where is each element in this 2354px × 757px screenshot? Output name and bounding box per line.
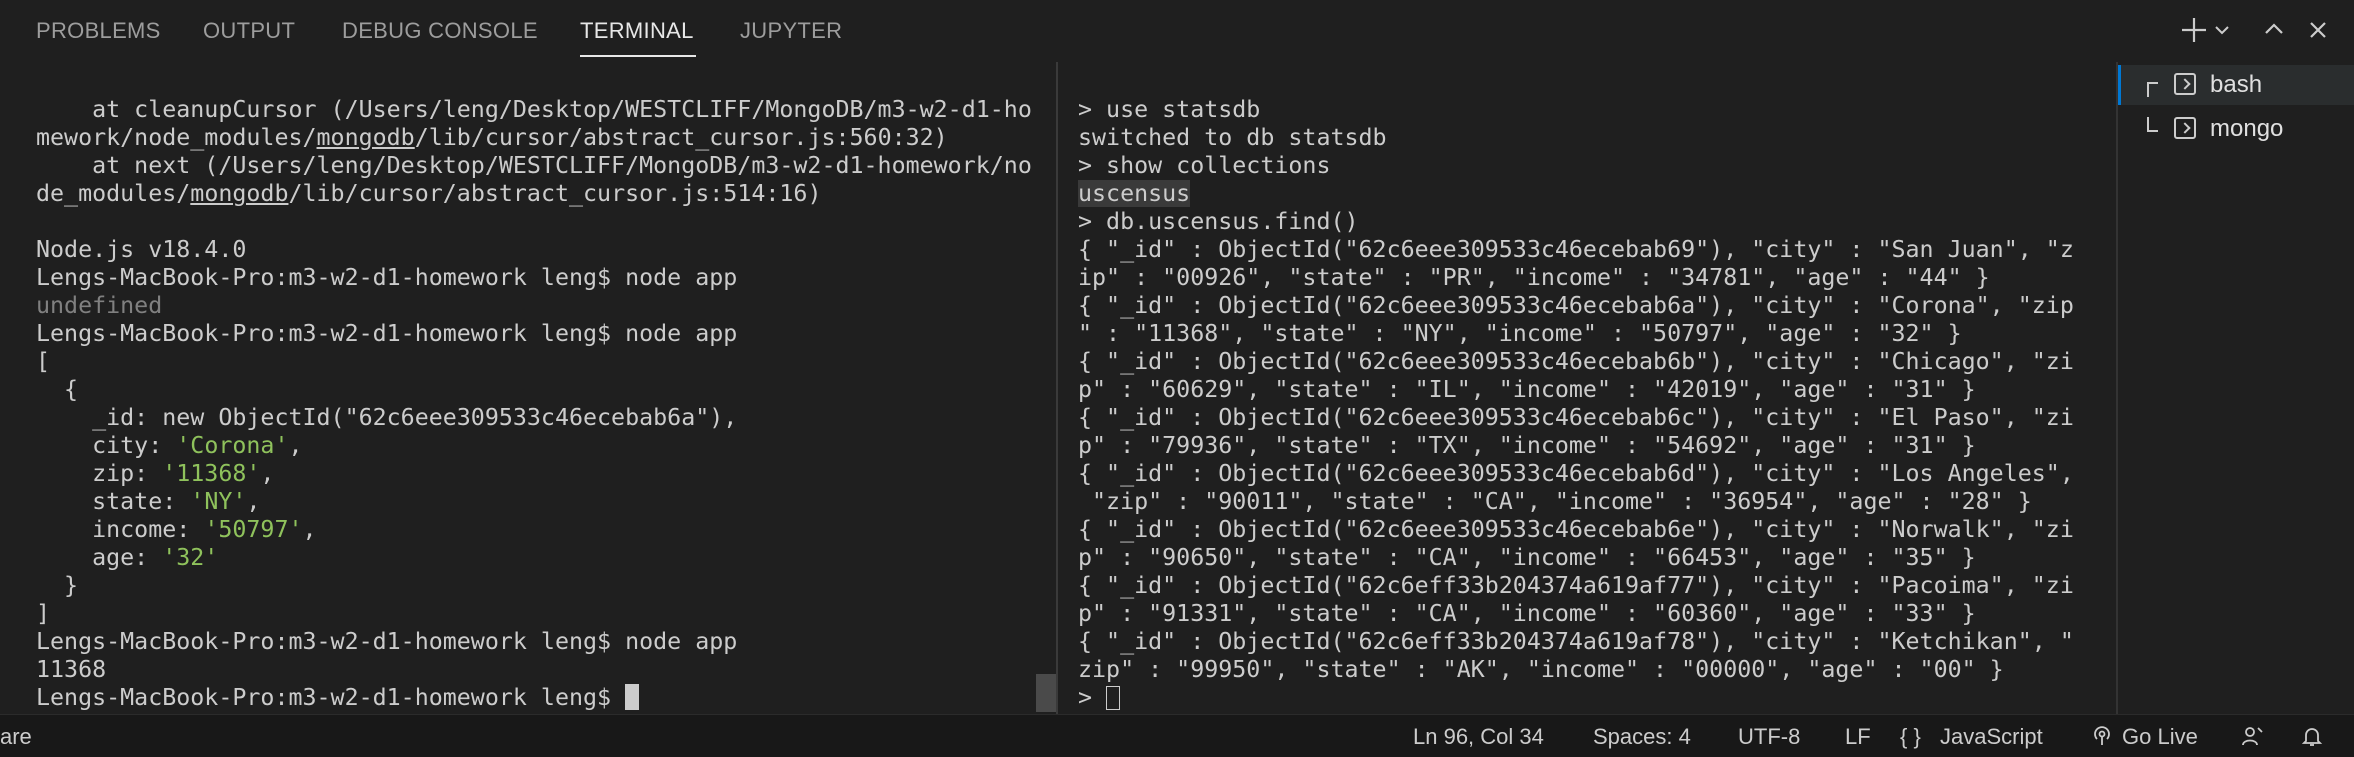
terminal-line: mework/node_modules/mongodb/lib/cursor/a… — [36, 124, 948, 151]
terminal-line: ] — [36, 600, 51, 627]
terminal-line-empty — [0, 208, 1054, 236]
split-divider[interactable] — [1056, 62, 1058, 714]
status-language-mode[interactable]: JavaScript — [1940, 724, 2043, 750]
terminal-line: { "_id" : ObjectId("62c6eee309533c46eceb… — [1078, 460, 2074, 487]
terminal-line: "zip" : "90011", "state" : "CA", "income… — [1078, 488, 2032, 515]
terminal-line: p" : "79936", "state" : "TX", "income" :… — [1078, 432, 1976, 459]
terminal-line: de_modules/mongodb/lib/cursor/abstract_c… — [36, 180, 822, 207]
account-feedback-icon[interactable] — [2240, 724, 2264, 748]
tab-jupyter[interactable]: JUPYTER — [740, 18, 842, 44]
go-live-button[interactable]: Go Live — [2122, 724, 2198, 750]
terminal-line: state: 'NY', — [36, 488, 261, 515]
terminal-line: { "_id" : ObjectId("62c6eee309533c46eceb… — [1078, 404, 2074, 431]
terminal-line: switched to db statsdb — [1078, 124, 1387, 151]
status-indentation[interactable]: Spaces: 4 — [1593, 724, 1691, 750]
terminal-line: [ — [36, 348, 51, 375]
chevron-up-icon[interactable] — [2258, 14, 2290, 46]
terminal-line: { "_id" : ObjectId("62c6eee309533c46eceb… — [1078, 236, 2074, 263]
terminal-line: income: '50797', — [36, 516, 317, 543]
terminal-line: p" : "60629", "state" : "IL", "income" :… — [1078, 376, 1976, 403]
panel-tab-bar: PROBLEMS OUTPUT DEBUG CONSOLE TERMINAL J… — [0, 0, 2354, 62]
terminal-line: 11368 — [36, 656, 107, 683]
terminal-line: > show collections — [1078, 152, 1331, 179]
terminal-line: { "_id" : ObjectId("62c6eee309533c46eceb… — [1078, 292, 2074, 319]
tab-debug-console[interactable]: DEBUG CONSOLE — [342, 18, 538, 44]
terminal-line: at next (/Users/leng/Desktop/WESTCLIFF/M… — [36, 152, 1032, 179]
bell-icon[interactable] — [2300, 724, 2324, 748]
terminal-line: Lengs-MacBook-Pro:m3-w2-d1-homework leng… — [36, 264, 738, 291]
terminal-line: Lengs-MacBook-Pro:m3-w2-d1-homework leng… — [36, 628, 738, 655]
terminal-tab-mongo[interactable]: mongo — [2118, 109, 2354, 149]
status-encoding[interactable]: UTF-8 — [1738, 724, 1800, 750]
status-eol[interactable]: LF — [1845, 724, 1871, 750]
tree-connector-icon — [2147, 82, 2158, 97]
terminal-line: { "_id" : ObjectId("62c6eff33b204374a619… — [1078, 628, 2074, 655]
terminal-line: at cleanupCursor (/Users/leng/Desktop/WE… — [36, 96, 1032, 123]
broadcast-icon[interactable] — [2090, 724, 2114, 748]
terminal-line: age: '32' — [36, 544, 219, 571]
terminal-link[interactable]: mongodb — [190, 180, 288, 207]
terminal-line: ip" : "00926", "state" : "PR", "income" … — [1078, 264, 1990, 291]
terminal-icon — [2174, 117, 2196, 139]
language-braces-icon[interactable]: { } — [1900, 724, 1921, 750]
tab-output[interactable]: OUTPUT — [203, 18, 295, 44]
status-cursor-position[interactable]: Ln 96, Col 34 — [1413, 724, 1544, 750]
terminal-line: zip" : "99950", "state" : "AK", "income"… — [1078, 656, 2004, 683]
terminal-line: } — [36, 572, 79, 599]
tab-terminal[interactable]: TERMINAL — [580, 18, 694, 44]
terminal-line: p" : "91331", "state" : "CA", "income" :… — [1078, 600, 1976, 627]
terminal-line: { "_id" : ObjectId("62c6eff33b204374a619… — [1078, 572, 2074, 599]
terminal-line: > use statsdb — [1078, 96, 1261, 123]
terminal-line: zip: '11368', — [36, 460, 275, 487]
terminal-cursor — [1106, 686, 1121, 710]
terminal-link[interactable]: mongodb — [317, 124, 415, 151]
terminal-pane-mongo[interactable]: > use statsdb switched to db statsdb > s… — [1062, 62, 2112, 714]
terminal-tab-label: mongo — [2210, 115, 2284, 142]
terminal-tab-label: bash — [2210, 71, 2263, 98]
tab-problems[interactable]: PROBLEMS — [36, 18, 161, 44]
terminal-line: { "_id" : ObjectId("62c6eee309533c46eceb… — [1078, 516, 2074, 543]
status-bar: are Ln 96, Col 34 Spaces: 4 UTF-8 LF { }… — [0, 714, 2354, 757]
terminal-tab-bash[interactable]: bash — [2118, 65, 2354, 105]
active-tab-indicator — [580, 55, 696, 57]
terminal-line: undefined — [36, 292, 163, 319]
terminal-line: " : "11368", "state" : "NY", "income" : … — [1078, 320, 1962, 347]
terminal-scrollbar[interactable] — [1036, 674, 1056, 712]
terminal-cursor — [625, 684, 640, 710]
terminal-line: p" : "90650", "state" : "CA", "income" :… — [1078, 544, 1976, 571]
terminal-line: Lengs-MacBook-Pro:m3-w2-d1-homework leng… — [36, 320, 738, 347]
selected-text: uscensus — [1078, 180, 1191, 207]
terminal-pane-bash[interactable]: at cleanupCursor (/Users/leng/Desktop/WE… — [0, 62, 1054, 714]
terminal-line: uscensus — [1062, 180, 2112, 208]
close-icon[interactable] — [2302, 14, 2334, 46]
chevron-down-icon[interactable] — [2212, 14, 2232, 46]
plus-icon[interactable] — [2178, 14, 2210, 46]
terminal-prompt-line: Lengs-MacBook-Pro:m3-w2-d1-homework leng… — [0, 684, 1054, 712]
terminal-line: Node.js v18.4.0 — [36, 236, 247, 263]
terminal-prompt-line: > — [1062, 684, 2112, 712]
status-left-item[interactable]: are — [0, 724, 32, 750]
terminal-icon — [2174, 73, 2196, 95]
tree-connector-icon — [2147, 117, 2158, 132]
terminal-line: { "_id" : ObjectId("62c6eee309533c46eceb… — [1078, 348, 2074, 375]
terminal-line: _id: new ObjectId("62c6eee309533c46eceba… — [36, 404, 738, 431]
terminal-line: > db.uscensus.find() — [1078, 208, 1359, 235]
terminal-line: city: 'Corona', — [36, 432, 303, 459]
terminal-tab-list: bash mongo — [2116, 62, 2354, 714]
terminal-line: { — [36, 376, 79, 403]
